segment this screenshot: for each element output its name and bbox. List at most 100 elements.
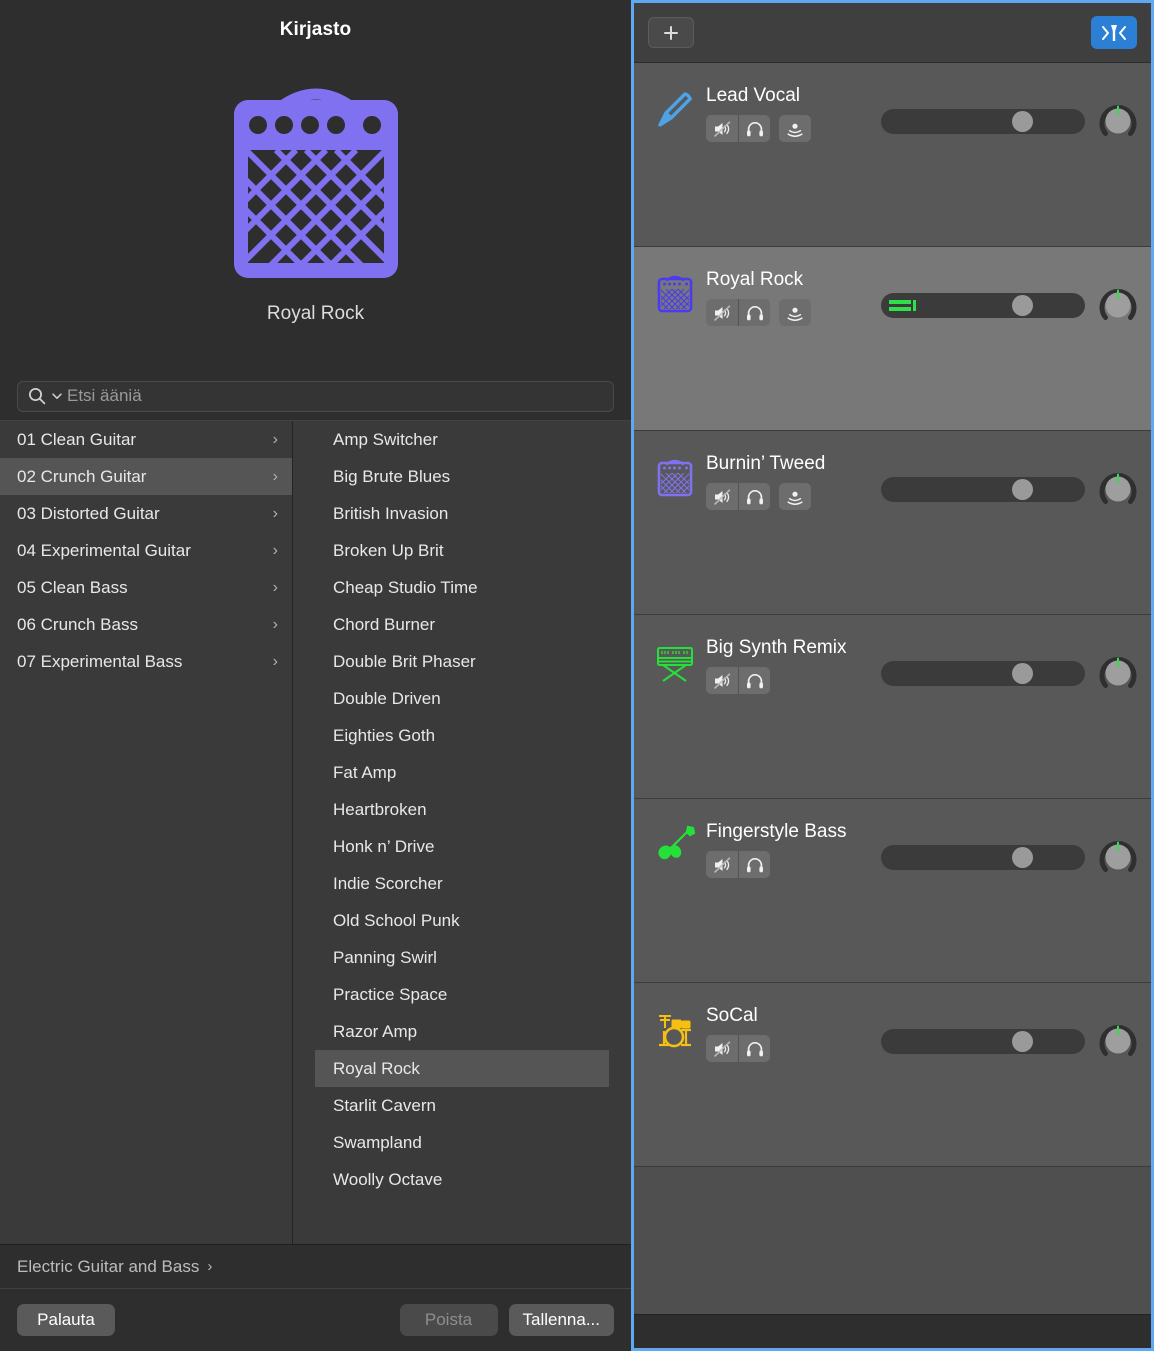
track-solo-button[interactable] xyxy=(738,1035,770,1062)
track-row[interactable]: Royal Rock xyxy=(634,247,1151,431)
mute-icon xyxy=(712,855,732,875)
record-enable-icon xyxy=(785,487,805,507)
patch-row[interactable]: Big Brute Blues xyxy=(315,458,609,495)
guitar-amp-icon xyxy=(226,78,406,283)
patch-row[interactable]: Amp Switcher xyxy=(315,421,609,458)
patch-row[interactable]: Razor Amp xyxy=(315,1013,609,1050)
pan-knob[interactable] xyxy=(1099,470,1137,508)
volume-fader[interactable] xyxy=(881,477,1085,502)
patch-row[interactable]: Panning Swirl xyxy=(315,939,609,976)
volume-fader[interactable] xyxy=(881,109,1085,134)
chevron-right-icon: › xyxy=(273,654,278,670)
track-solo-button[interactable] xyxy=(738,115,770,142)
track-name: Big Synth Remix xyxy=(706,637,881,659)
volume-fader-handle[interactable] xyxy=(1012,847,1033,868)
mute-icon xyxy=(712,303,732,323)
tracks-panel: Lead Vocal xyxy=(631,0,1154,1351)
category-column[interactable]: 01 Clean Guitar›02 Crunch Guitar›03 Dist… xyxy=(0,421,293,1244)
pan-knob[interactable] xyxy=(1099,1022,1137,1060)
patch-row[interactable]: Practice Space xyxy=(315,976,609,1013)
pan-knob[interactable] xyxy=(1099,102,1137,140)
chevron-down-icon[interactable] xyxy=(51,390,63,402)
patch-row[interactable]: Swampland xyxy=(315,1124,609,1161)
patch-column[interactable]: Amp SwitcherBig Brute BluesBritish Invas… xyxy=(293,421,631,1244)
patch-row[interactable]: Chord Burner xyxy=(315,606,609,643)
pan-knob[interactable] xyxy=(1099,286,1137,324)
patch-label: Chord Burner xyxy=(333,615,435,635)
track-mute-button[interactable] xyxy=(706,483,738,510)
patch-row[interactable]: Indie Scorcher xyxy=(315,865,609,902)
patch-row[interactable]: Double Driven xyxy=(315,680,609,717)
chevron-right-icon: › xyxy=(273,543,278,559)
tracks-list[interactable]: Lead Vocal xyxy=(634,63,1151,1314)
breadcrumb[interactable]: Electric Guitar and Bass › xyxy=(0,1244,631,1288)
category-row[interactable]: 06 Crunch Bass› xyxy=(0,606,292,643)
track-mute-button[interactable] xyxy=(706,299,738,326)
track-row[interactable]: Fingerstyle Bass xyxy=(634,799,1151,983)
volume-fader-handle[interactable] xyxy=(1012,1031,1033,1052)
track-mute-button[interactable] xyxy=(706,667,738,694)
track-solo-button[interactable] xyxy=(738,299,770,326)
track-record-button[interactable] xyxy=(779,299,811,326)
mute-icon xyxy=(712,119,732,139)
patch-row[interactable]: Heartbroken xyxy=(315,791,609,828)
patch-label: Eighties Goth xyxy=(333,726,435,746)
patch-row[interactable]: Woolly Octave xyxy=(315,1161,609,1198)
search-field[interactable] xyxy=(17,381,614,412)
track-solo-button[interactable] xyxy=(738,667,770,694)
track-row[interactable]: Big Synth Remix xyxy=(634,615,1151,799)
track-row[interactable]: Lead Vocal xyxy=(634,63,1151,247)
breadcrumb-label: Electric Guitar and Bass xyxy=(17,1257,199,1277)
flatten-tracks-button[interactable] xyxy=(1091,16,1137,49)
track-name: Burnin’ Tweed xyxy=(706,453,881,475)
category-row[interactable]: 03 Distorted Guitar› xyxy=(0,495,292,532)
chevron-right-icon: › xyxy=(273,469,278,485)
patch-row[interactable]: British Invasion xyxy=(315,495,609,532)
volume-fader[interactable] xyxy=(881,661,1085,686)
volume-fader-handle[interactable] xyxy=(1012,663,1033,684)
save-button[interactable]: Tallenna... xyxy=(509,1304,615,1336)
patch-row[interactable]: Fat Amp xyxy=(315,754,609,791)
volume-fader[interactable] xyxy=(881,1029,1085,1054)
mute-solo-group xyxy=(706,115,770,142)
category-row[interactable]: 07 Experimental Bass› xyxy=(0,643,292,680)
track-record-button[interactable] xyxy=(779,483,811,510)
pan-knob[interactable] xyxy=(1099,838,1137,876)
category-label: 01 Clean Guitar xyxy=(17,430,136,450)
patch-row[interactable]: Old School Punk xyxy=(315,902,609,939)
patch-row[interactable]: Cheap Studio Time xyxy=(315,569,609,606)
track-solo-button[interactable] xyxy=(738,851,770,878)
track-controls xyxy=(706,299,881,326)
mute-solo-group xyxy=(706,483,770,510)
delete-button[interactable]: Poista xyxy=(400,1304,498,1336)
track-record-button[interactable] xyxy=(779,115,811,142)
patch-row[interactable]: Starlit Cavern xyxy=(315,1087,609,1124)
track-solo-button[interactable] xyxy=(738,483,770,510)
volume-fader-handle[interactable] xyxy=(1012,479,1033,500)
flatten-tracks-icon xyxy=(1101,22,1127,44)
patch-row[interactable]: Honk n’ Drive xyxy=(315,828,609,865)
patch-row[interactable]: Broken Up Brit xyxy=(315,532,609,569)
track-mute-button[interactable] xyxy=(706,851,738,878)
category-row[interactable]: 05 Clean Bass› xyxy=(0,569,292,606)
patch-label: Double Brit Phaser xyxy=(333,652,476,672)
patch-row[interactable]: Double Brit Phaser xyxy=(315,643,609,680)
mute-icon xyxy=(712,671,732,691)
patch-row[interactable]: Eighties Goth xyxy=(315,717,609,754)
category-row[interactable]: 01 Clean Guitar› xyxy=(0,421,292,458)
patch-row[interactable]: Royal Rock xyxy=(315,1050,609,1087)
volume-fader[interactable] xyxy=(881,293,1085,318)
search-input[interactable] xyxy=(67,386,604,406)
volume-fader-handle[interactable] xyxy=(1012,111,1033,132)
track-row[interactable]: SoCal xyxy=(634,983,1151,1167)
revert-button[interactable]: Palauta xyxy=(17,1304,115,1336)
category-row[interactable]: 04 Experimental Guitar› xyxy=(0,532,292,569)
pan-knob[interactable] xyxy=(1099,654,1137,692)
track-mute-button[interactable] xyxy=(706,115,738,142)
volume-fader-handle[interactable] xyxy=(1012,295,1033,316)
track-mute-button[interactable] xyxy=(706,1035,738,1062)
track-row[interactable]: Burnin’ Tweed xyxy=(634,431,1151,615)
volume-fader[interactable] xyxy=(881,845,1085,870)
category-row[interactable]: 02 Crunch Guitar› xyxy=(0,458,292,495)
add-track-button[interactable] xyxy=(648,17,694,48)
